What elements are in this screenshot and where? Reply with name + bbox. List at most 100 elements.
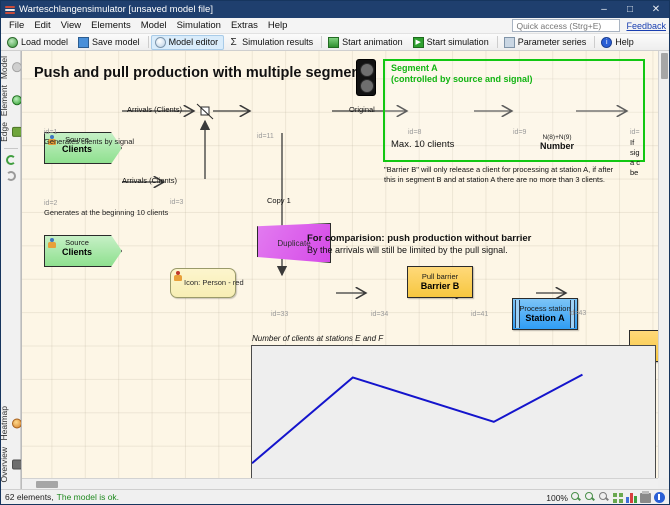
element-description: Generates clients by signal [44,137,135,146]
signal-lamp-bottom-icon [360,79,374,93]
element-id-label: id=43 [569,310,587,317]
right-cut-text-2: sig [630,148,640,157]
element-count-label: 62 elements, [5,492,54,502]
tab-separator [3,148,18,150]
right-cut-text-3: a c [630,158,641,167]
model-editor-button[interactable]: Model editor [150,34,225,50]
canvas-content: Push and pull production with multiple s… [22,51,669,489]
sidebar-item-edge[interactable]: Edge [0,119,22,145]
load-model-button[interactable]: Load model [3,35,74,50]
canvas-vertical-scrollbar[interactable] [658,51,669,478]
help-button[interactable]: i Help [597,35,640,50]
title-bar: Warteschlangensimulator [unsaved model f… [1,1,669,18]
model-canvas[interactable]: Push and pull production with multiple s… [21,51,669,489]
segment-a-title-line2: (controlled by source and signal) [391,74,533,84]
element-id-label: id=11 [257,133,274,140]
number-formula: N(8)+N(9) [542,134,572,141]
comparison-title: For comparision: push production without… [307,233,532,244]
element-id-label: id=8 [408,129,422,136]
save-model-button[interactable]: Save model [74,35,146,50]
signal-lamp-top-icon [360,63,374,77]
sidebar-item-heatmap[interactable]: Heatmap [0,403,22,444]
barrier-note-line2: this in segment B and at station A there… [384,175,605,184]
element-id-label: id=33 [271,311,289,318]
parameter-series-icon [503,36,515,48]
start-simulation-icon: ▶ [412,36,424,48]
window-title: Warteschlangensimulator [unsaved model f… [19,4,213,15]
element-id-label: id=3 [170,199,184,206]
edge-label-arrivals-1: Arrivals (Clients) [127,105,183,114]
canvas-horizontal-scrollbar[interactable] [22,478,658,489]
menu-edit[interactable]: Edit [29,18,55,34]
person-red-icon [173,271,183,281]
element-id-label: id=1 [44,129,58,136]
sidebar-item-overview[interactable]: Overview [0,444,22,485]
barrier-name-label: Barrier B [420,281,460,291]
simulation-results-button[interactable]: Σ Simulation results [224,35,319,50]
source-text: Source Clients [44,238,110,258]
sidebar-item-undo[interactable] [5,152,16,168]
fit-to-window-icon[interactable] [613,492,623,503]
sidebar-item-model[interactable]: Model [0,53,22,82]
start-simulation-button[interactable]: ▶ Start simulation [409,35,495,50]
load-model-icon [7,36,18,48]
scrollbar-thumb[interactable] [36,481,58,488]
sidebar-item-element[interactable]: Element [0,82,22,119]
save-model-icon [78,36,90,48]
model-editor-icon [154,36,166,48]
window-controls: – □ ✕ [591,1,669,18]
signal-traffic-light[interactable] [356,59,376,96]
menu-view[interactable]: View [56,18,86,34]
minimize-button[interactable]: – [591,1,617,18]
chart-line-svg [251,373,583,465]
undo-icon [5,155,16,166]
info-icon[interactable] [654,492,665,503]
chart-title: Number of clients at stations E and F [252,334,384,343]
edge-label-original: Original [349,105,375,114]
right-cut-text-4: be [630,168,639,177]
menu-extras[interactable]: Extras [226,18,263,34]
start-animation-button[interactable]: Start animation [324,35,409,50]
menu-file[interactable]: File [4,18,29,34]
source-clients-2[interactable]: Source Clients [44,235,122,267]
chart-area[interactable] [251,345,656,489]
model-editor-label: Model editor [168,37,219,47]
close-button[interactable]: ✕ [643,1,669,18]
sidebar-item-redo[interactable] [5,168,16,184]
feedback-link[interactable]: Feedback [626,21,666,31]
quick-access-input[interactable] [512,19,621,32]
start-animation-label: Start animation [342,37,403,47]
scrollbar-corner [658,478,669,489]
application-window: Warteschlangensimulator [unsaved model f… [0,0,670,505]
zoom-reset-icon[interactable] [599,492,610,503]
toolbar-separator-1 [147,36,149,48]
menu-right-area: Feedback [512,19,666,32]
zoom-in-icon[interactable] [585,492,596,503]
menu-simulation[interactable]: Simulation [172,18,226,34]
simulation-results-label: Simulation results [242,37,314,47]
print-icon[interactable] [640,490,651,503]
menu-elements[interactable]: Elements [86,18,136,34]
edge-label-copy1: Copy 1 [267,196,291,205]
source-name-label: Clients [61,247,92,257]
parameter-series-button[interactable]: Parameter series [500,35,593,50]
menu-help[interactable]: Help [263,18,293,34]
main-body: Model Element Edge Heatmap Overview Push… [0,51,669,489]
status-bar: 62 elements, The model is ok. 100% [1,489,669,504]
start-animation-icon [328,36,340,48]
element-id-label: id=34 [371,311,389,318]
pull-barrier-b[interactable]: Pull barrier Barrier B [407,266,473,298]
menu-bar: File Edit View Elements Model Simulation… [1,18,669,34]
source-type-label: Source [65,238,89,247]
maximize-button[interactable]: □ [617,1,643,18]
icon-person-red-note[interactable]: Icon: Person - red [170,268,244,298]
segment-a-max-clients: Max. 10 clients [391,139,455,150]
station-name-label: Station A [525,313,565,323]
parameter-series-label: Parameter series [517,37,587,47]
start-simulation-label: Start simulation [426,37,489,47]
element-description: Generates at the beginning 10 clients [44,208,169,217]
menu-model[interactable]: Model [136,18,172,34]
zoom-out-icon[interactable] [571,492,582,503]
scrollbar-thumb[interactable] [661,53,668,79]
statistics-icon[interactable] [626,492,637,503]
